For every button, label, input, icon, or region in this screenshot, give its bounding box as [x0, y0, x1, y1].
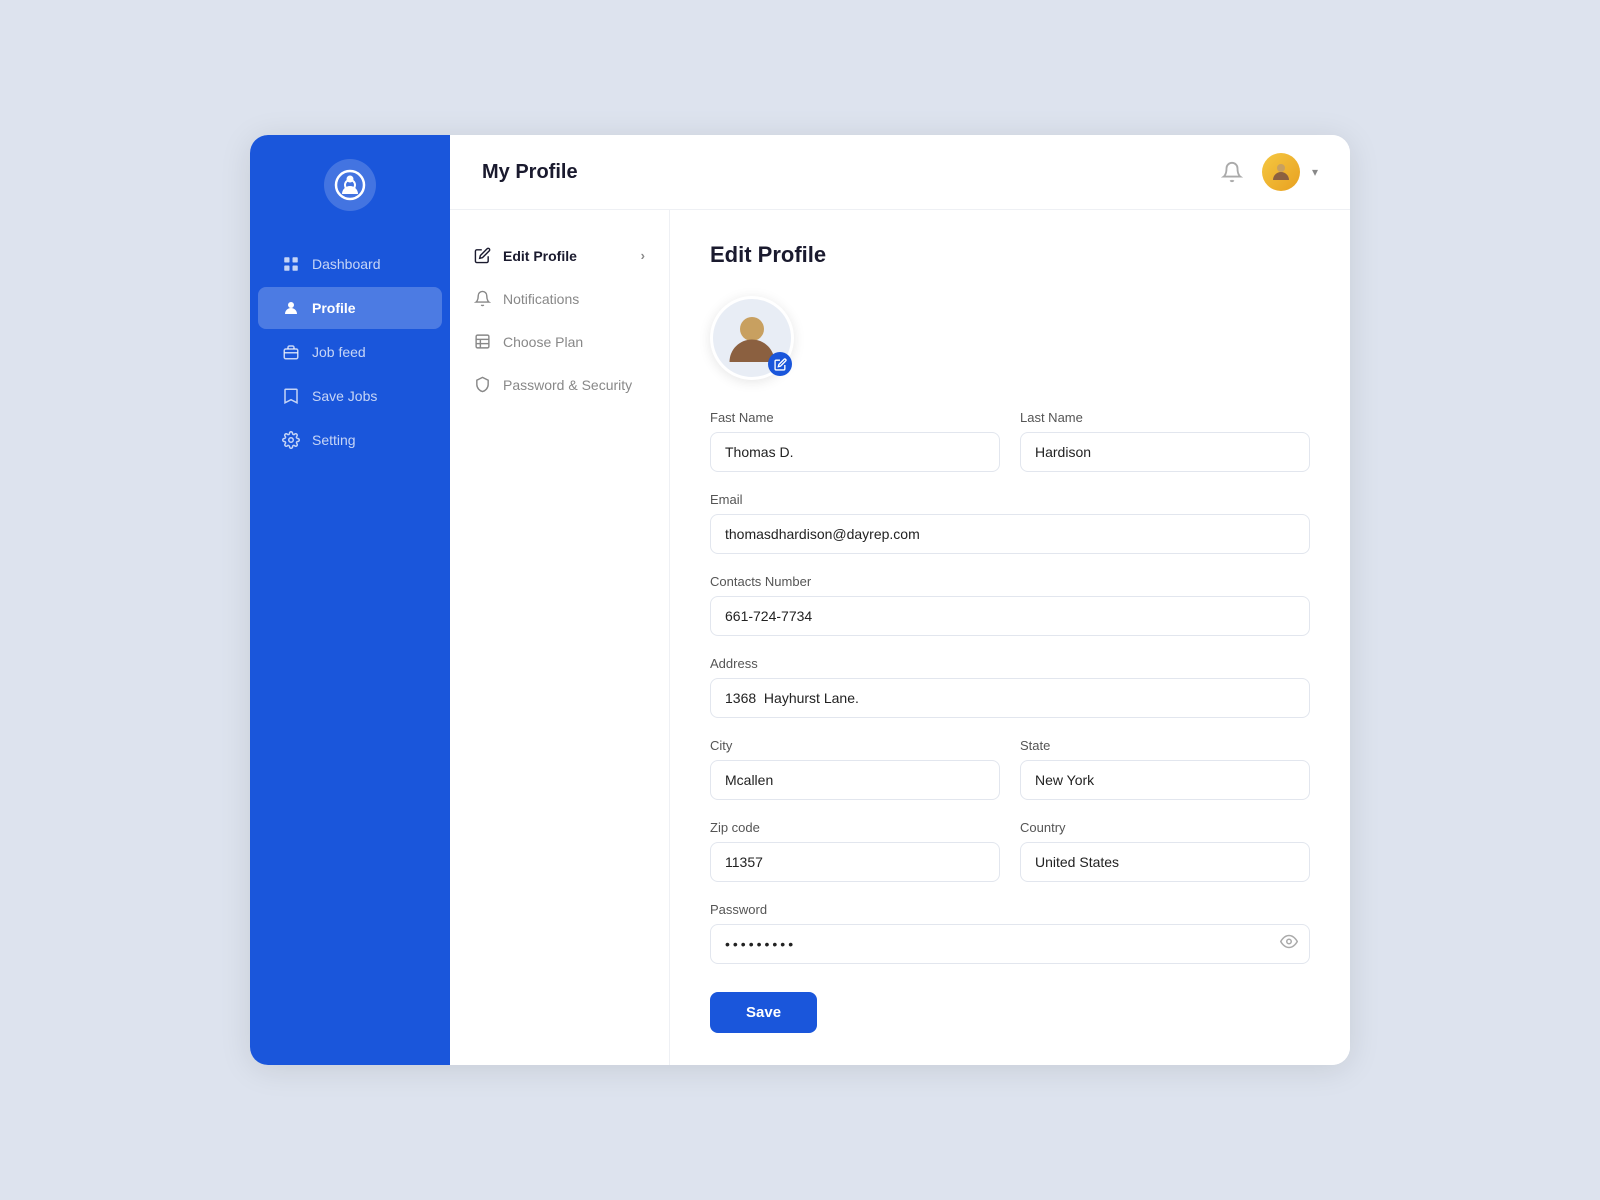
zip-label: Zip code	[710, 820, 1000, 835]
form-area: Edit Profile	[670, 210, 1350, 1065]
address-label: Address	[710, 656, 1310, 671]
shield-icon	[474, 376, 491, 393]
password-wrapper	[710, 924, 1310, 964]
edit-profile-chevron: ›	[641, 248, 645, 263]
sidebar-item-save-jobs[interactable]: Save Jobs	[258, 375, 442, 417]
eye-icon	[1280, 933, 1298, 951]
edit-pencil-icon	[774, 358, 787, 371]
sec-sidebar-label-password-security: Password & Security	[503, 377, 632, 393]
sec-sidebar-item-notifications[interactable]: Notifications	[450, 277, 669, 320]
password-group: Password	[710, 902, 1310, 964]
address-row: Address	[710, 656, 1310, 718]
user-icon	[282, 299, 300, 317]
last-name-label: Last Name	[1020, 410, 1310, 425]
bell-icon	[1221, 161, 1243, 183]
avatar-section	[710, 296, 1310, 380]
sidebar-item-dashboard[interactable]: Dashboard	[258, 243, 442, 285]
page-title: My Profile	[482, 161, 578, 184]
sidebar-item-label-dashboard: Dashboard	[312, 256, 381, 272]
header: My Profile ▾	[450, 135, 1350, 210]
sec-sidebar-item-password-security[interactable]: Password & Security	[450, 363, 669, 406]
password-input[interactable]	[710, 924, 1310, 964]
sidebar-item-job-feed[interactable]: Job feed	[258, 331, 442, 373]
sec-sidebar-item-choose-plan[interactable]: Choose Plan	[450, 320, 669, 363]
email-label: Email	[710, 492, 1310, 507]
state-label: State	[1020, 738, 1310, 753]
avatar-wrapper	[710, 296, 794, 380]
zip-country-row: Zip code Country	[710, 820, 1310, 882]
logo-icon	[334, 169, 366, 201]
city-label: City	[710, 738, 1000, 753]
state-input[interactable]	[1020, 760, 1310, 800]
sec-sidebar-label-notifications: Notifications	[503, 291, 579, 307]
city-state-row: City State	[710, 738, 1310, 800]
first-name-group: Fast Name	[710, 410, 1000, 472]
zip-group: Zip code	[710, 820, 1000, 882]
notification-bell-icon	[474, 290, 491, 307]
sidebar-item-label-setting: Setting	[312, 432, 356, 448]
main-content: My Profile ▾	[450, 135, 1350, 1065]
user-menu-chevron[interactable]: ▾	[1312, 165, 1318, 179]
email-row: Email	[710, 492, 1310, 554]
inner-layout: Edit Profile › Notifications	[450, 210, 1350, 1065]
email-input[interactable]	[710, 514, 1310, 554]
city-group: City	[710, 738, 1000, 800]
contacts-input[interactable]	[710, 596, 1310, 636]
contacts-label: Contacts Number	[710, 574, 1310, 589]
email-group: Email	[710, 492, 1310, 554]
zip-input[interactable]	[710, 842, 1000, 882]
first-name-label: Fast Name	[710, 410, 1000, 425]
bookmark-icon	[282, 387, 300, 405]
contacts-group: Contacts Number	[710, 574, 1310, 636]
secondary-sidebar: Edit Profile › Notifications	[450, 210, 670, 1065]
avatar-edit-button[interactable]	[768, 352, 792, 376]
app-container: Dashboard Profile Job feed	[250, 135, 1350, 1065]
sidebar-nav: Dashboard Profile Job feed	[250, 243, 450, 461]
grid-icon	[282, 255, 300, 273]
sec-sidebar-item-edit-profile[interactable]: Edit Profile ›	[450, 234, 669, 277]
password-row: Password	[710, 902, 1310, 964]
settings-icon	[282, 431, 300, 449]
sec-sidebar-label-choose-plan: Choose Plan	[503, 334, 583, 350]
password-label: Password	[710, 902, 1310, 917]
save-button[interactable]: Save	[710, 992, 817, 1033]
sidebar-item-profile[interactable]: Profile	[258, 287, 442, 329]
last-name-input[interactable]	[1020, 432, 1310, 472]
country-input[interactable]	[1020, 842, 1310, 882]
name-row: Fast Name Last Name	[710, 410, 1310, 472]
country-label: Country	[1020, 820, 1310, 835]
sidebar-item-setting[interactable]: Setting	[258, 419, 442, 461]
first-name-input[interactable]	[710, 432, 1000, 472]
avatar-icon	[1269, 160, 1293, 184]
sec-sidebar-label-edit-profile: Edit Profile	[503, 248, 577, 264]
state-group: State	[1020, 738, 1310, 800]
address-group: Address	[710, 656, 1310, 718]
header-right: ▾	[1214, 153, 1318, 191]
sidebar-item-label-job-feed: Job feed	[312, 344, 366, 360]
sidebar-item-label-profile: Profile	[312, 300, 356, 316]
sidebar-item-label-save-jobs: Save Jobs	[312, 388, 377, 404]
user-avatar[interactable]	[1262, 153, 1300, 191]
last-name-group: Last Name	[1020, 410, 1310, 472]
form-title: Edit Profile	[710, 242, 1310, 268]
briefcase-icon	[282, 343, 300, 361]
sidebar-logo	[324, 159, 376, 211]
sidebar: Dashboard Profile Job feed	[250, 135, 450, 1065]
country-group: Country	[1020, 820, 1310, 882]
plan-icon	[474, 333, 491, 350]
address-input[interactable]	[710, 678, 1310, 718]
city-input[interactable]	[710, 760, 1000, 800]
password-toggle-button[interactable]	[1280, 933, 1298, 956]
pencil-icon	[474, 247, 491, 264]
notification-button[interactable]	[1214, 154, 1250, 190]
contacts-row: Contacts Number	[710, 574, 1310, 636]
